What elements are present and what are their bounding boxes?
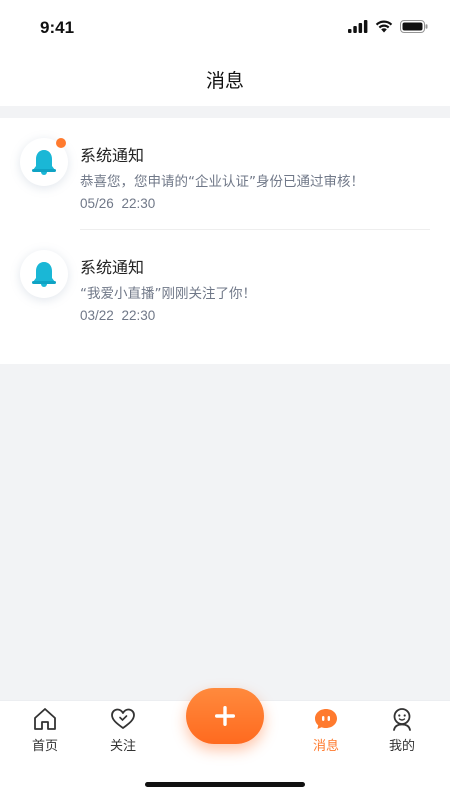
- header: 消息: [0, 56, 450, 106]
- tab-follow[interactable]: 关注: [88, 707, 158, 763]
- unread-badge: [56, 138, 66, 148]
- message-title: 系统通知: [80, 258, 145, 277]
- header-divider: [0, 106, 450, 118]
- tab-label: 我的: [388, 739, 415, 754]
- message-title: 系统通知: [80, 146, 145, 165]
- add-button[interactable]: [186, 688, 264, 744]
- battery-icon: [400, 20, 428, 33]
- message-item[interactable]: 系统通知 “我爱小直播”刚刚关注了你！ 03/22 22:30: [0, 230, 450, 342]
- wifi-icon: [375, 20, 393, 33]
- bell-icon: [32, 150, 56, 175]
- tab-profile[interactable]: 我的: [367, 707, 437, 763]
- status-time: 9:41: [40, 18, 75, 37]
- message-time: 03/22 22:30: [80, 308, 156, 323]
- status-bar: 9:41: [0, 0, 450, 56]
- message-item[interactable]: 系统通知 恭喜您，您申请的“企业认证”身份已通过审核！ 05/26 22:30: [0, 118, 450, 230]
- message-list: 系统通知 恭喜您，您申请的“企业认证”身份已通过审核！ 05/26 22:30 …: [0, 118, 450, 364]
- profile-icon: [393, 708, 411, 731]
- heart-icon: [111, 708, 135, 729]
- tab-label: 首页: [31, 739, 58, 754]
- tab-messages[interactable]: 消息: [291, 707, 361, 763]
- tab-label: 关注: [109, 739, 136, 754]
- home-indicator[interactable]: [145, 782, 305, 787]
- plus-icon: [215, 706, 235, 726]
- chat-icon: [315, 709, 337, 729]
- message-time: 05/26 22:30: [80, 196, 156, 211]
- tab-home[interactable]: 首页: [10, 707, 80, 763]
- page-title: 消息: [205, 70, 244, 92]
- status-icons: [348, 20, 428, 33]
- signal-icon: [348, 20, 368, 33]
- notification-avatar: [20, 250, 68, 298]
- tab-label: 消息: [312, 739, 339, 754]
- home-icon: [34, 708, 56, 730]
- bell-icon: [32, 262, 56, 287]
- message-body: 恭喜您，您申请的“企业认证”身份已通过审核！: [80, 174, 364, 190]
- message-body: “我爱小直播”刚刚关注了你！: [80, 286, 256, 302]
